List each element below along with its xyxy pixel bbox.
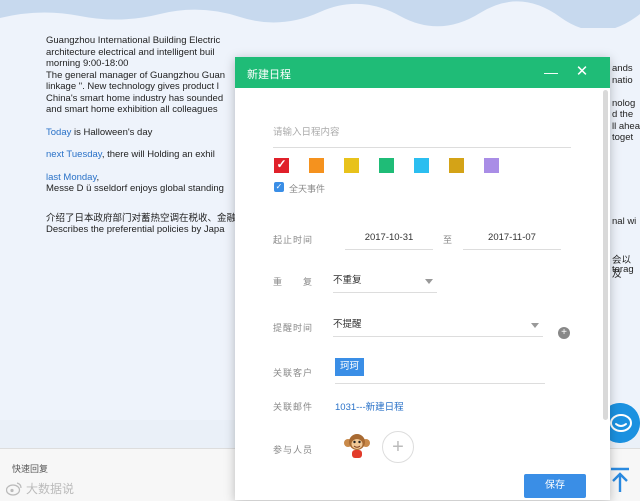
end-date-field[interactable]: 2017-11-07: [463, 227, 561, 250]
color-swatch-yellow[interactable]: [344, 158, 359, 173]
linked-mail-link[interactable]: 1031---新建日程: [335, 399, 404, 413]
today-text: is Halloween's day: [71, 126, 153, 138]
allday-label: 全天事件: [289, 184, 326, 194]
color-swatch-red[interactable]: ✓: [274, 157, 289, 173]
color-swatch-orange[interactable]: [309, 158, 324, 173]
check-icon: ✓: [276, 157, 287, 171]
last-monday-text: ,: [96, 171, 100, 183]
customer-field[interactable]: [335, 356, 545, 384]
today-link[interactable]: Today: [46, 127, 71, 138]
to-label: 至: [443, 235, 453, 245]
next-tuesday-link[interactable]: next Tuesday: [46, 149, 102, 160]
remind-select[interactable]: 不提醒: [333, 314, 543, 337]
add-participant-button[interactable]: +: [382, 431, 414, 463]
watermark-text: 大数据说: [26, 482, 75, 496]
watermark: 大数据说: [6, 480, 74, 497]
repeat-value: 不重复: [333, 275, 362, 286]
describes-right: torag: [612, 264, 634, 275]
allday-checkbox[interactable]: ✓: [274, 182, 284, 192]
start-date-field[interactable]: 2017-10-31: [345, 227, 433, 250]
repeat-label: 重 复: [273, 277, 314, 287]
next-tuesday-text: , there will Holding an exhil: [101, 149, 215, 160]
email-line: Guangzhou International Building Electri…: [46, 35, 221, 46]
remind-label: 提醒时间: [273, 323, 314, 333]
add-reminder-icon[interactable]: +: [558, 327, 570, 339]
new-schedule-dialog: 新建日程 — ✕ ✓ ✓ 全天事件 起止时间 2017-10-31 至 2017…: [235, 57, 610, 500]
minimize-button[interactable]: —: [543, 63, 559, 81]
participants-label: 参与人员: [273, 445, 314, 455]
color-swatch-gold[interactable]: [449, 158, 464, 173]
repeat-select[interactable]: 不重复: [333, 270, 437, 293]
header-mountain-banner: [0, 0, 640, 28]
customer-label: 关联客户: [273, 368, 314, 378]
dialog-title: 新建日程: [247, 69, 291, 81]
color-swatch-purple[interactable]: [484, 158, 499, 173]
close-button[interactable]: ✕: [573, 62, 591, 82]
back-to-top-icon[interactable]: [608, 466, 632, 494]
weibo-icon: [6, 481, 22, 496]
mail-label: 关联邮件: [273, 402, 314, 412]
schedule-content-input[interactable]: [273, 117, 571, 148]
chevron-down-icon: [531, 323, 539, 328]
chevron-down-icon: [425, 279, 433, 284]
color-swatch-cyan[interactable]: [414, 158, 429, 173]
save-button[interactable]: 保存: [524, 474, 586, 498]
last-monday-link[interactable]: last Monday: [46, 172, 97, 183]
remind-value: 不提醒: [333, 319, 362, 330]
color-swatch-green[interactable]: [379, 158, 394, 173]
customer-tag[interactable]: 珂珂: [335, 358, 365, 376]
time-label: 起止时间: [273, 235, 314, 245]
quick-reply-label: 快速回复: [12, 464, 49, 474]
participant-avatar[interactable]: [343, 431, 371, 459]
messe-right: nal wi: [612, 216, 637, 227]
email-right-fragments: ands natio nolog d the ll ahea toget: [612, 63, 640, 143]
dialog-scrollbar[interactable]: [603, 90, 608, 420]
